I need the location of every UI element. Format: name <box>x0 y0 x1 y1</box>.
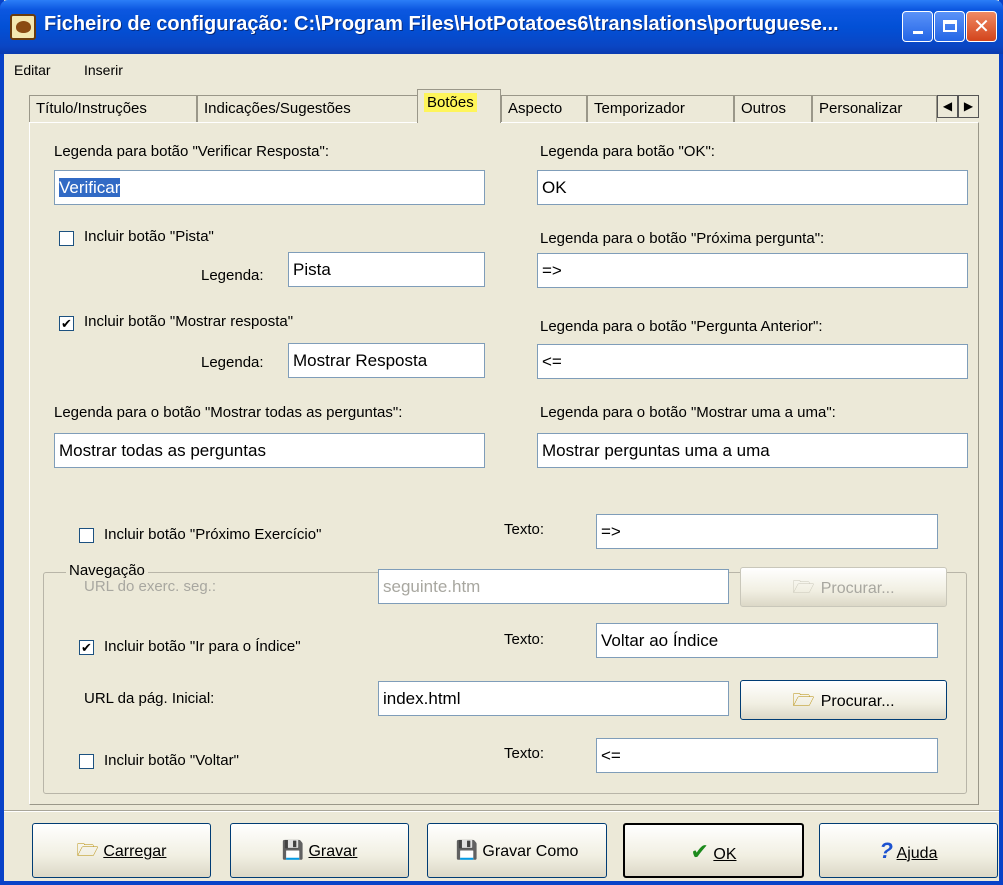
verify-caption-input[interactable]: Verificar <box>54 170 485 205</box>
previous-question-caption-label: Legenda para o botão "Pergunta Anterior"… <box>540 318 823 335</box>
save-as-button[interactable]: 💾 Gravar Como <box>427 823 607 878</box>
next-exercise-text-input[interactable]: => <box>596 514 938 549</box>
question-mark-icon: ? <box>879 838 893 863</box>
menu-bar: Editar Inserir <box>4 54 999 84</box>
home-url-label: URL da pág. Inicial: <box>84 690 215 707</box>
browse-home-url-button[interactable]: 🗁 Procurar... <box>740 680 947 720</box>
include-next-exercise-label: Incluir botão "Próximo Exercício" <box>104 526 322 543</box>
include-hint-checkbox[interactable] <box>59 231 74 246</box>
config-window: Ficheiro de configuração: C:\Program Fil… <box>0 0 1003 885</box>
hint-caption-input[interactable]: Pista <box>288 252 485 287</box>
include-index-label: Incluir botão "Ir para o Índice" <box>104 638 301 655</box>
arrow-right-icon: ▶ <box>963 99 974 113</box>
verify-caption-label: Legenda para botão "Verificar Resposta": <box>54 143 329 160</box>
folder-icon: 🗁 <box>792 577 815 597</box>
window-title: Ficheiro de configuração: C:\Program Fil… <box>44 13 839 35</box>
menu-inserir[interactable]: Inserir <box>84 62 123 78</box>
home-url-input[interactable]: index.html <box>378 681 729 716</box>
load-button[interactable]: 🗁 Carregar <box>32 823 211 878</box>
tab-scroll-left-button[interactable]: ◀ <box>937 95 958 118</box>
back-text-input[interactable]: <= <box>596 738 938 773</box>
checkmark-icon: ✔ <box>690 839 709 864</box>
tab-personalizar[interactable]: Personalizar <box>812 95 937 123</box>
ok-caption-input[interactable]: OK <box>537 170 968 205</box>
arrow-left-icon: ◀ <box>942 99 953 113</box>
show-all-caption-input[interactable]: Mostrar todas as perguntas <box>54 433 485 468</box>
tab-indicacoes-sugestoes[interactable]: Indicações/Sugestões <box>197 95 419 123</box>
next-exercise-url-input[interactable]: seguinte.htm <box>378 569 729 604</box>
minimize-button[interactable] <box>902 11 933 42</box>
navigation-groupbox-title: Navegação <box>66 562 148 579</box>
include-back-checkbox[interactable] <box>79 754 94 769</box>
divider <box>4 810 999 812</box>
previous-question-caption-input[interactable]: <= <box>537 344 968 379</box>
show-answer-caption-input[interactable]: Mostrar Resposta <box>288 343 485 378</box>
one-by-one-caption-input[interactable]: Mostrar perguntas uma a uma <box>537 433 968 468</box>
save-button[interactable]: 💾 Gravar <box>230 823 409 878</box>
include-back-label: Incluir botão "Voltar" <box>104 752 239 769</box>
include-show-answer-label: Incluir botão "Mostrar resposta" <box>84 313 294 330</box>
tab-aspecto[interactable]: Aspecto <box>501 95 587 123</box>
tab-scroll-right-button[interactable]: ▶ <box>958 95 979 118</box>
index-text-label: Texto: <box>504 631 545 648</box>
close-button[interactable]: ✕ <box>966 11 997 42</box>
hint-caption-label: Legenda: <box>201 267 264 284</box>
tab-titulo-instrucoes[interactable]: Título/Instruções <box>29 95 197 123</box>
next-exercise-text-label: Texto: <box>504 521 545 538</box>
show-answer-caption-label: Legenda: <box>201 354 264 371</box>
tab-strip: Título/Instruções Indicações/Sugestões B… <box>29 89 979 123</box>
next-question-caption-label: Legenda para o botão "Próxima pergunta": <box>540 230 825 247</box>
help-button[interactable]: ? Ajuda <box>819 823 998 878</box>
include-index-checkbox[interactable]: ✔ <box>79 640 94 655</box>
hot-potatoes-app-icon <box>10 14 36 40</box>
show-all-caption-label: Legenda para o botão "Mostrar todas as p… <box>54 404 403 421</box>
minimize-icon <box>912 31 923 34</box>
close-icon: ✕ <box>973 16 990 38</box>
index-text-input[interactable]: Voltar ao Índice <box>596 623 938 658</box>
floppy-disk-icon: 💾 <box>281 840 305 860</box>
ok-caption-label: Legenda para botão "OK": <box>540 143 715 160</box>
ok-button[interactable]: ✔ OK <box>623 823 804 878</box>
back-text-label: Texto: <box>504 745 545 762</box>
folder-open-icon: 🗁 <box>76 840 99 860</box>
maximize-icon <box>942 20 957 32</box>
browse-next-exercise-button[interactable]: 🗁 Procurar... <box>740 567 947 607</box>
include-hint-label: Incluir botão "Pista" <box>84 228 214 245</box>
next-exercise-url-label: URL do exerc. seg.: <box>84 578 217 595</box>
folder-icon: 🗁 <box>792 690 815 710</box>
tab-botoes[interactable]: Botões <box>417 89 501 123</box>
one-by-one-caption-label: Legenda para o botão "Mostrar uma a uma"… <box>540 404 836 421</box>
title-bar[interactable]: Ficheiro de configuração: C:\Program Fil… <box>0 0 1003 54</box>
floppy-disk-question-icon: 💾 <box>455 840 478 860</box>
include-show-answer-checkbox[interactable]: ✔ <box>59 316 74 331</box>
next-question-caption-input[interactable]: => <box>537 253 968 288</box>
maximize-button[interactable] <box>934 11 965 42</box>
menu-editar[interactable]: Editar <box>14 62 51 78</box>
tab-outros[interactable]: Outros <box>734 95 812 123</box>
tab-temporizador[interactable]: Temporizador <box>587 95 734 123</box>
include-next-exercise-checkbox[interactable] <box>79 528 94 543</box>
